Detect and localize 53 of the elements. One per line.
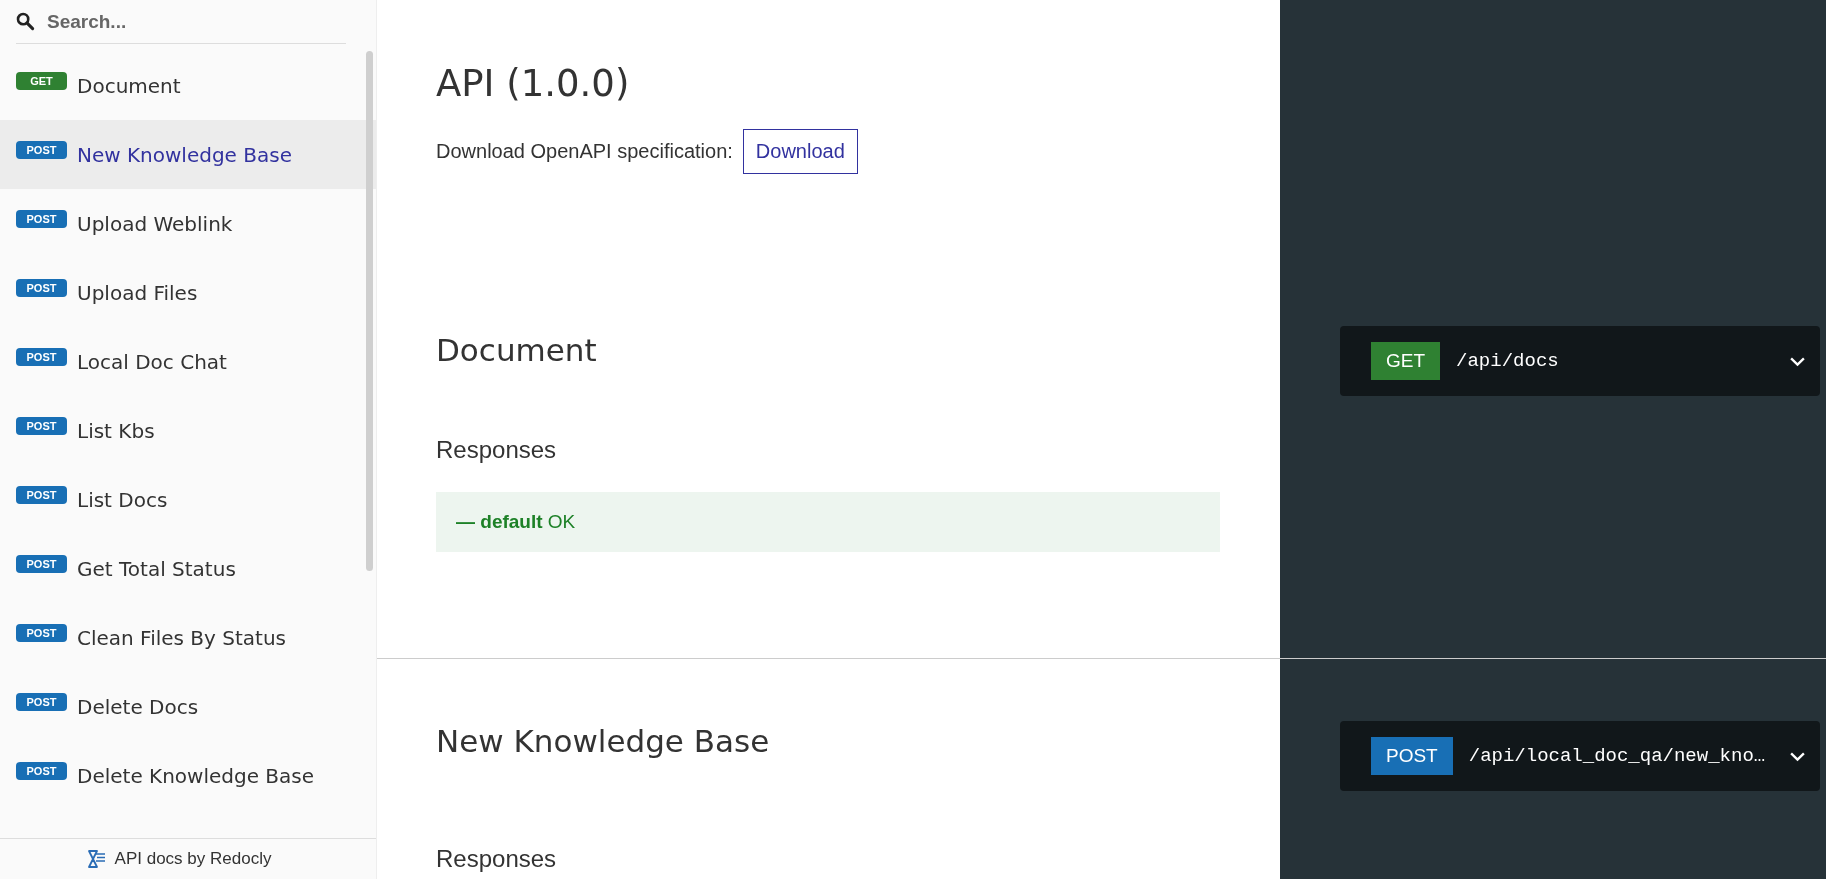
responses-heading: Responses [436, 845, 558, 873]
item-label: Delete Docs [77, 694, 199, 719]
item-label: Document [77, 73, 181, 98]
sidebar-item[interactable]: POST List Kbs [0, 396, 376, 465]
sidebar-item[interactable]: POST Local Doc Chat [0, 327, 376, 396]
sidebar-item[interactable]: POST Clean Files By Status [0, 603, 376, 672]
method-badge: POST [16, 416, 67, 435]
chevron-down-icon [1789, 750, 1806, 762]
method-badge: POST [16, 209, 67, 228]
operation-title: Document [436, 331, 598, 370]
item-label: New Knowledge Base [77, 142, 292, 167]
method-badge: POST [16, 140, 67, 159]
footer-link[interactable]: API docs by Redocly [114, 849, 272, 869]
search-icon [16, 12, 35, 31]
method-badge: POST [16, 554, 67, 573]
item-label: Delete Knowledge Base [77, 763, 315, 788]
download-button[interactable]: Download [742, 129, 858, 174]
method-badge: POST [16, 485, 67, 504]
item-label: List Kbs [77, 418, 155, 443]
response-row[interactable]: — default OK [436, 492, 1220, 552]
method-badge: POST [16, 692, 67, 711]
scrollbar-thumb[interactable] [366, 51, 373, 571]
responses-heading: Responses [436, 436, 558, 464]
item-label: Local Doc Chat [77, 349, 227, 374]
item-label: Upload Files [77, 280, 198, 305]
method-badge: POST [16, 278, 67, 297]
item-label: List Docs [77, 487, 168, 512]
sidebar-item[interactable]: POST Get Total Status [0, 534, 376, 603]
sidebar-item[interactable]: POST Upload Files [0, 258, 376, 327]
sidebar-item[interactable]: POST Delete Docs [0, 672, 376, 741]
item-label: Clean Files By Status [77, 625, 286, 650]
item-label: Get Total Status [77, 556, 236, 581]
endpoint-bar[interactable]: POST /api/local_doc_qa/new_kno… [1340, 721, 1820, 791]
endpoint-path: /api/docs [1456, 350, 1560, 372]
endpoint-path: /api/local_doc_qa/new_kno… [1468, 745, 1767, 767]
chevron-down-icon [1789, 355, 1806, 367]
sidebar-item[interactable]: POST New Knowledge Base [0, 120, 376, 189]
operation-title: New Knowledge Base [436, 722, 771, 761]
method-badge: POST [16, 623, 67, 642]
sidebar-item[interactable]: POST Delete Knowledge Base [0, 741, 376, 810]
endpoint-bar[interactable]: GET /api/docs [1340, 326, 1820, 396]
search-field[interactable]: Search... [47, 10, 346, 33]
sidebar-item[interactable]: POST List Docs [0, 465, 376, 534]
method-badge: POST [1371, 737, 1453, 775]
method-badge: POST [16, 347, 67, 366]
api-title: API (1.0.0) [436, 62, 631, 105]
method-badge: GET [1371, 342, 1441, 380]
item-label: Upload Weblink [77, 211, 233, 236]
sidebar-item[interactable]: GET Document [0, 51, 376, 120]
method-badge: POST [16, 761, 67, 780]
download-label: Download OpenAPI specification: [436, 140, 733, 163]
sidebar-item[interactable]: POST Upload Weblink [0, 189, 376, 258]
method-badge: GET [16, 71, 67, 90]
